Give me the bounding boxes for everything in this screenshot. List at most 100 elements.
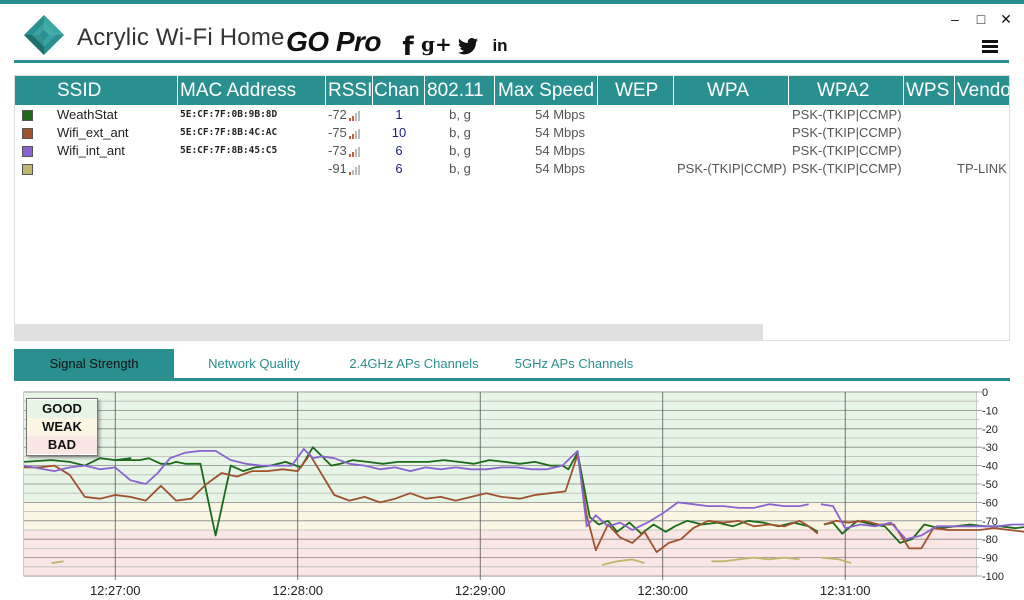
signal-bars-icon — [348, 110, 363, 121]
tab-24ghz-channels[interactable]: 2.4GHz APs Channels — [334, 349, 494, 378]
column-header-wpa2[interactable]: WPA2 — [789, 76, 904, 105]
network-row[interactable]: Wifi_int_ant 5E:CF:7F:8B:45:C5 -73 6 b, g 54 … — [15, 142, 1009, 160]
wep-cell — [598, 142, 674, 160]
horizontal-scrollbar[interactable] — [15, 324, 763, 340]
network-row[interactable]: WeathStat 5E:CF:7F:0B:9B:8D -72 1 b, g 54 Mbp… — [15, 106, 1009, 124]
wep-cell — [598, 124, 674, 142]
legend-weak: WEAK — [27, 418, 97, 436]
chart-tabs: Signal Strength Network Quality 2.4GHz A… — [14, 349, 1010, 381]
x-tick-label: 12:28:00 — [272, 583, 323, 598]
wpa2-cell: PSK-(TKIP|CCMP) — [792, 160, 904, 178]
mac-cell: 5E:CF:7F:8B:4C:AC — [180, 124, 320, 142]
wps-cell — [904, 106, 955, 124]
mac-cell-text: 5E:CF:7F:8B:45:C5 — [180, 145, 278, 156]
ssid-cell: Wifi_int_ant — [57, 142, 175, 160]
acrylic-logo-icon — [24, 15, 64, 55]
wpa2-cell-text: PSK-(TKIP|CCMP) — [792, 107, 902, 122]
facebook-icon[interactable]: f — [397, 32, 419, 62]
vendor-cell: TP-LINK — [957, 160, 1009, 178]
column-header-wps[interactable]: WPS — [904, 76, 955, 105]
linkedin-icon[interactable]: in — [489, 36, 511, 58]
network-row[interactable]: Wifi_ext_ant 5E:CF:7F:8B:4C:AC -75 10 b, g 54… — [15, 124, 1009, 142]
standard-cell: b, g — [425, 160, 495, 178]
mac-cell: 5E:CF:7F:0B:9B:8D — [180, 106, 320, 124]
tab-5ghz-channels[interactable]: 5GHz APs Channels — [504, 349, 644, 378]
column-header-rssi[interactable]: RSSI — [326, 76, 373, 105]
google-plus-icon[interactable]: g+ — [421, 32, 452, 56]
wpa-cell — [677, 124, 789, 142]
rssi-cell-text: -72 — [328, 107, 347, 122]
maximize-button[interactable]: □ — [974, 12, 988, 26]
wpa-cell — [677, 106, 789, 124]
rssi-cell-text: -91 — [328, 161, 347, 176]
app-edition-label[interactable]: GO Pro — [286, 26, 382, 58]
ssid-cell-text: Wifi_int_ant — [57, 143, 125, 158]
standard-cell: b, g — [425, 106, 495, 124]
standard-cell-text: b, g — [449, 125, 471, 140]
column-header-max-speed[interactable]: Max Speed — [495, 76, 598, 105]
rssi-cell: -72 — [328, 106, 373, 124]
zone-bad — [24, 530, 976, 576]
channel-cell-text: 6 — [395, 143, 403, 158]
app-title: Acrylic Wi-Fi Home — [77, 24, 285, 51]
wpa-cell: PSK-(TKIP|CCMP) — [677, 160, 789, 178]
grid-header: SSID MAC Address RSSI Chan 802.11 Max Sp… — [15, 76, 1009, 105]
speed-cell-text: 54 Mbps — [535, 161, 585, 176]
x-tick-label: 12:31:00 — [820, 583, 871, 598]
rssi-cell: -73 — [328, 142, 373, 160]
network-color-swatch — [22, 128, 33, 139]
network-row[interactable]: -91 6 b, g 54 Mbps PSK-(TKIP|CCMP) PSK-(TKIP|… — [15, 160, 1009, 178]
speed-cell-text: 54 Mbps — [535, 107, 585, 122]
y-tick-label: -100 — [982, 571, 1004, 583]
wpa2-cell: PSK-(TKIP|CCMP) — [792, 106, 904, 124]
y-tick-label: -40 — [982, 461, 998, 473]
network-color-swatch — [22, 164, 33, 175]
vendor-cell — [957, 106, 1009, 124]
speed-cell-text: 54 Mbps — [535, 143, 585, 158]
wps-cell — [904, 160, 955, 178]
column-header-mac[interactable]: MAC Address — [178, 76, 326, 105]
tab-signal-strength[interactable]: Signal Strength — [14, 349, 174, 378]
wps-cell — [904, 124, 955, 142]
y-tick-label: -80 — [982, 534, 998, 546]
channel-cell: 6 — [373, 160, 425, 178]
channel-cell: 6 — [373, 142, 425, 160]
column-header-wep[interactable]: WEP — [598, 76, 674, 105]
ssid-cell-text: Wifi_ext_ant — [57, 125, 129, 140]
wpa2-cell-text: PSK-(TKIP|CCMP) — [792, 143, 902, 158]
vendor-cell-text: TP-LINK — [957, 161, 1007, 176]
y-tick-label: -50 — [982, 479, 998, 491]
tab-network-quality[interactable]: Network Quality — [184, 349, 324, 378]
standard-cell: b, g — [425, 124, 495, 142]
vendor-cell — [957, 142, 1009, 160]
signal-strength-chart: 0-10-20-30-40-50-60-70-80-90-10012:27:00… — [23, 387, 1024, 598]
wpa2-cell: PSK-(TKIP|CCMP) — [792, 124, 904, 142]
ssid-cell: WeathStat — [57, 106, 175, 124]
y-tick-label: -60 — [982, 497, 998, 509]
rssi-cell: -75 — [328, 124, 373, 142]
wep-cell — [598, 106, 674, 124]
hamburger-menu-icon[interactable] — [982, 40, 998, 54]
vendor-cell — [957, 124, 1009, 142]
network-color-swatch — [22, 146, 33, 157]
standard-cell: b, g — [425, 142, 495, 160]
header-divider — [14, 60, 1009, 63]
standard-cell-text: b, g — [449, 161, 471, 176]
column-header-wpa[interactable]: WPA — [674, 76, 789, 105]
app-header: Acrylic Wi-Fi Home GO Pro f g+ in – □ ✕ — [0, 4, 1024, 62]
ssid-cell-text: WeathStat — [57, 107, 118, 122]
channel-cell-text: 10 — [391, 125, 407, 140]
minimize-button[interactable]: – — [948, 12, 962, 26]
standard-cell-text: b, g — [449, 143, 471, 158]
column-header-standard[interactable]: 802.11 — [425, 76, 495, 105]
twitter-icon[interactable] — [457, 36, 479, 58]
close-button[interactable]: ✕ — [999, 12, 1013, 26]
x-tick-label: 12:27:00 — [90, 583, 141, 598]
column-header-vendor[interactable]: Vendo — [955, 76, 1009, 105]
mac-cell-text: 5E:CF:7F:0B:9B:8D — [180, 109, 278, 120]
column-header-ssid[interactable]: SSID — [15, 76, 178, 105]
signal-quality-legend: GOOD WEAK BAD — [26, 398, 98, 456]
channel-cell: 10 — [373, 124, 425, 142]
legend-bad: BAD — [27, 436, 97, 454]
column-header-channel[interactable]: Chan — [373, 76, 425, 105]
